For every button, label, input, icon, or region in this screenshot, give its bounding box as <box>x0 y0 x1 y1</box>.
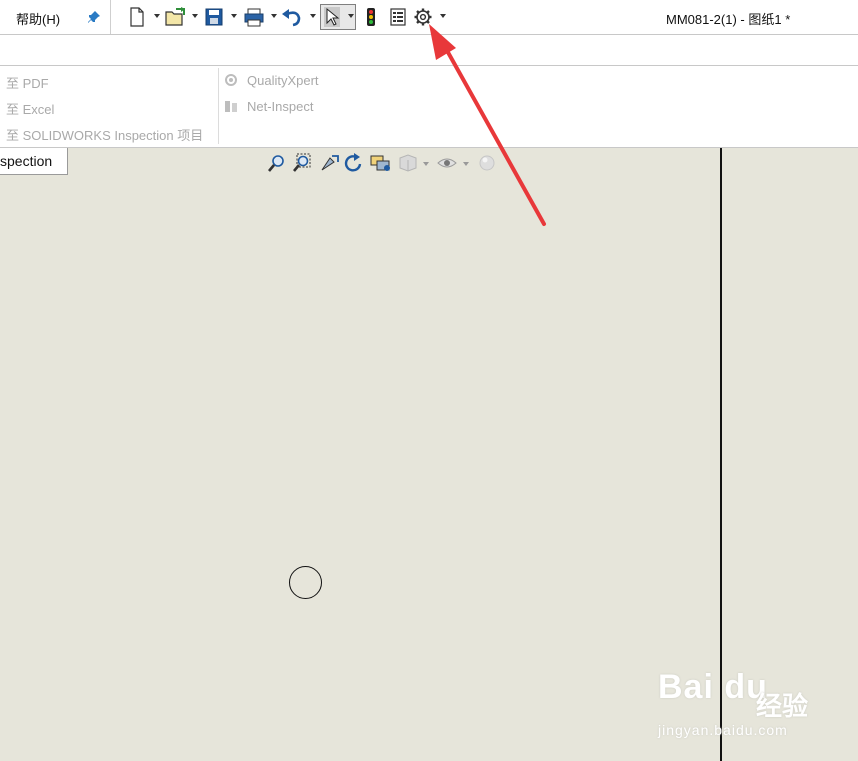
watermark-url: jingyan.baidu.com <box>658 722 788 738</box>
watermark: Bai du 经验 jingyan.baidu.com <box>658 666 848 746</box>
watermark-cn: 经验 <box>756 691 809 721</box>
watermark-brand: Bai du <box>658 668 768 706</box>
annotation-arrow <box>429 24 546 226</box>
